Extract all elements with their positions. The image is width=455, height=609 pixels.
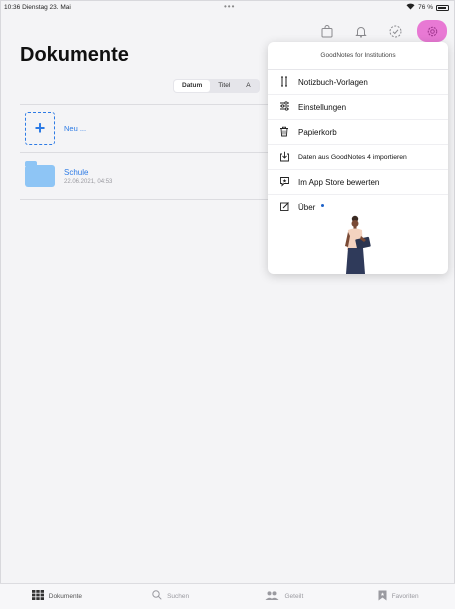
tab-label: Geteilt <box>284 593 304 600</box>
tab-label: Dokumente <box>48 593 82 600</box>
multitasking-dots[interactable]: ••• <box>224 2 235 11</box>
folder-name[interactable]: Schule <box>64 168 88 177</box>
search-icon <box>152 590 162 603</box>
page-title: Dokumente <box>20 44 129 66</box>
status-time: 10:36 <box>4 4 21 11</box>
menu-item-import[interactable]: Daten aus GoodNotes 4 importieren <box>268 145 448 170</box>
import-icon <box>278 151 290 164</box>
status-time-date: 10:36 Dienstag 23. Mai <box>4 4 71 11</box>
battery-label: 76 % <box>418 4 433 11</box>
select-check-icon[interactable] <box>383 20 407 42</box>
sort-option-title[interactable]: Titel <box>210 80 238 92</box>
folder-icon[interactable] <box>25 161 55 187</box>
tab-label: Suchen <box>167 593 190 600</box>
sort-option-date[interactable]: Datum <box>174 80 211 92</box>
menu-item-label: Im App Store bewerten <box>298 177 380 187</box>
new-document-button[interactable]: + <box>25 112 55 145</box>
menu-item-trash[interactable]: Papierkorb <box>268 120 448 145</box>
new-document-label[interactable]: Neu ... <box>64 124 86 133</box>
menu-item-settings[interactable]: Einstellungen <box>268 95 448 120</box>
list-divider <box>20 199 270 200</box>
bell-icon[interactable] <box>349 20 373 42</box>
menu-item-rate[interactable]: Im App Store bewerten <box>268 170 448 195</box>
folder-date: 22.06.2021, 04:53 <box>64 179 113 185</box>
grid-icon <box>31 590 44 603</box>
menu-item-label: Notizbuch-Vorlagen <box>298 77 368 87</box>
sort-option-type[interactable]: A <box>238 80 258 92</box>
tab-documents[interactable]: Dokumente <box>0 584 114 609</box>
people-icon <box>265 590 279 603</box>
tab-shared[interactable]: Geteilt <box>228 584 342 609</box>
info-icon <box>278 201 290 214</box>
status-date: Dienstag 23. Mai <box>22 4 71 11</box>
bookmark-icon <box>378 590 387 604</box>
list-divider <box>20 104 270 105</box>
sliders-icon <box>278 101 290 113</box>
template-icon <box>278 76 290 89</box>
tab-favorites[interactable]: Favoriten <box>341 584 455 609</box>
shopping-bag-icon[interactable] <box>315 20 339 42</box>
menu-item-label: Daten aus GoodNotes 4 importieren <box>298 153 407 161</box>
menu-item-label: Über <box>298 203 316 212</box>
status-bar: 10:36 Dienstag 23. Mai ••• 76 % <box>0 0 455 14</box>
wifi-icon <box>406 3 415 12</box>
new-indicator-dot <box>321 203 325 207</box>
settings-gear-icon[interactable] <box>417 20 447 42</box>
menu-item-templates[interactable]: Notizbuch-Vorlagen <box>268 70 448 95</box>
menu-header: GoodNotes for Institutions <box>268 42 448 70</box>
plus-icon: + <box>34 118 46 138</box>
top-toolbar <box>315 20 447 42</box>
tab-label: Favoriten <box>391 593 419 600</box>
menu-item-label: Papierkorb <box>298 127 337 137</box>
menu-item-label: Einstellungen <box>298 102 347 112</box>
rate-icon <box>278 176 290 189</box>
list-divider <box>20 152 270 153</box>
trash-icon <box>278 126 290 139</box>
tab-search[interactable]: Suchen <box>114 584 228 609</box>
battery-icon <box>436 4 449 11</box>
status-right: 76 % <box>406 3 449 12</box>
bottom-tab-bar: Dokumente Suchen Geteilt Favoriten <box>0 583 455 609</box>
sort-segmented-control: Datum Titel A <box>173 79 260 93</box>
person-with-tablet-illustration <box>345 215 371 274</box>
